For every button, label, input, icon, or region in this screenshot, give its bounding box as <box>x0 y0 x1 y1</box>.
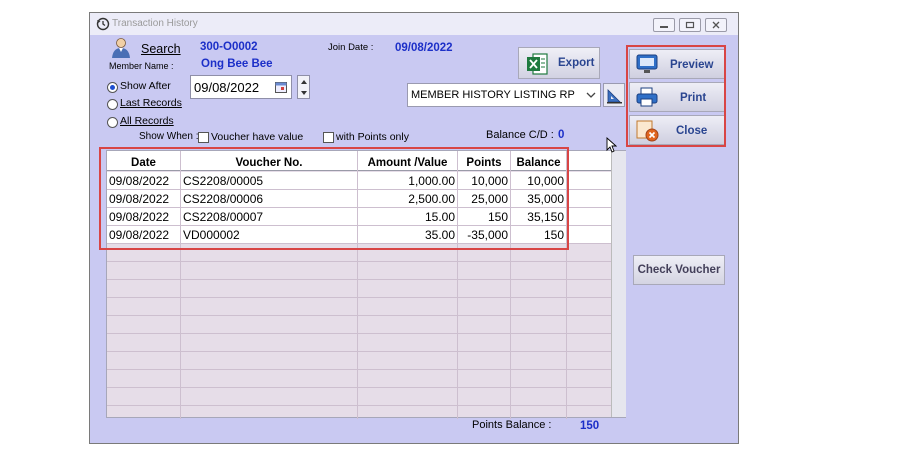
report-select[interactable]: MEMBER HISTORY LISTING RP <box>407 83 601 107</box>
join-date-value: 09/08/2022 <box>395 42 453 54</box>
show-after-label: Show After <box>120 80 171 92</box>
voucher-have-value-label: Voucher have value <box>211 131 304 143</box>
member-name: Ong Bee Bee <box>201 58 273 70</box>
grid-row-line <box>107 315 611 316</box>
show-after-radio[interactable] <box>107 82 118 93</box>
member-icon <box>112 38 130 58</box>
calendar-icon[interactable] <box>275 82 287 93</box>
date-input[interactable]: 09/08/2022 <box>190 75 292 99</box>
spin-up-icon[interactable] <box>300 79 308 85</box>
spin-down-icon[interactable] <box>300 90 308 96</box>
show-when-label: Show When : <box>139 131 199 142</box>
join-date-label: Join Date : <box>328 42 374 53</box>
report-design-button[interactable] <box>603 83 625 107</box>
chevron-down-icon <box>586 92 596 98</box>
grid-row-line <box>107 261 611 262</box>
minimize-icon <box>660 26 668 28</box>
side-buttons-highlight <box>626 45 726 147</box>
search-member-button[interactable]: Search <box>107 37 185 59</box>
title-bar: Transaction History <box>90 13 738 35</box>
export-button[interactable]: Export <box>518 47 600 79</box>
search-label: Search <box>141 42 181 56</box>
grid-row-line <box>107 351 611 352</box>
member-name-label: Member Name : <box>109 61 174 71</box>
close-window-button[interactable] <box>705 18 727 32</box>
minimize-button[interactable] <box>653 18 675 32</box>
voucher-have-value-checkbox[interactable] <box>198 132 209 143</box>
date-spinner[interactable] <box>297 75 310 99</box>
points-balance-label: Points Balance : <box>472 419 552 431</box>
grid-row-line <box>107 387 611 388</box>
design-ruler-icon <box>607 89 622 104</box>
last-records-label: Last Records <box>120 97 182 109</box>
grid-row-line <box>107 297 611 298</box>
transaction-history-window: Transaction History Search Member Name :… <box>89 12 739 444</box>
grid-row-line <box>107 333 611 334</box>
export-label: Export <box>558 57 595 69</box>
last-records-radio[interactable] <box>107 99 118 110</box>
grid-row-line <box>107 369 611 370</box>
points-balance-value: 150 <box>580 420 600 432</box>
window-title: Transaction History <box>112 18 198 29</box>
date-value: 09/08/2022 <box>194 80 260 95</box>
balance-cd-label: Balance C/D : <box>486 129 554 141</box>
mouse-pointer-icon <box>606 137 617 153</box>
close-x-icon <box>712 21 720 29</box>
all-records-label: All Records <box>120 115 174 127</box>
balance-cd-value: 0 <box>558 129 565 141</box>
with-points-only-checkbox[interactable] <box>323 132 334 143</box>
member-id: 300-O0002 <box>200 41 258 53</box>
maximize-icon <box>685 21 695 29</box>
maximize-button[interactable] <box>679 18 701 32</box>
with-points-only-label: with Points only <box>336 131 409 143</box>
table-highlight <box>99 147 569 250</box>
grid-row-line <box>107 279 611 280</box>
grid-row-line <box>107 405 611 406</box>
check-voucher-button[interactable]: Check Voucher <box>633 255 725 285</box>
report-select-value: MEMBER HISTORY LISTING RP <box>411 89 575 101</box>
excel-icon <box>527 53 548 75</box>
grid-vertical-scrollbar[interactable] <box>611 151 626 417</box>
all-records-radio[interactable] <box>107 117 118 128</box>
history-icon <box>96 17 110 31</box>
